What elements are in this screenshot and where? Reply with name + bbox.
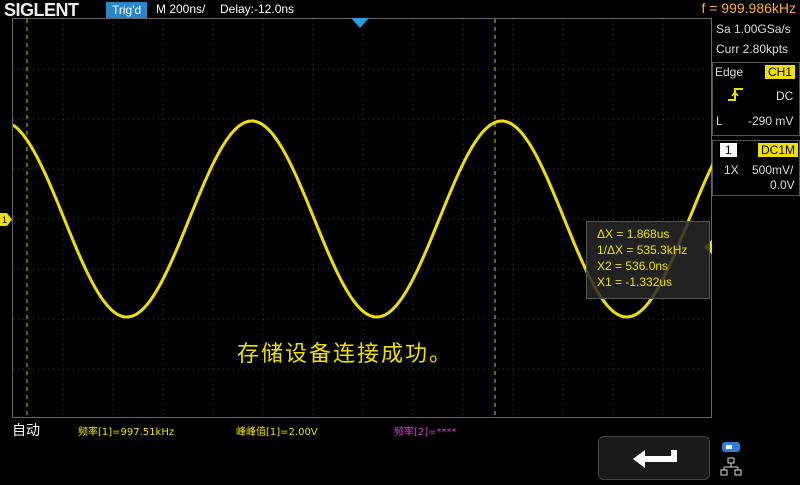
delay-readout[interactable]: Delay:-12.0ns bbox=[220, 2, 294, 16]
memory-depth: Curr 2.80kpts bbox=[716, 42, 789, 56]
cursor-x2: X2 = 536.0ns bbox=[597, 259, 669, 273]
timebase-readout[interactable]: M 200ns/ bbox=[156, 2, 205, 16]
usb-storage-icon bbox=[722, 442, 740, 452]
trigger-source-badge: CH1 bbox=[765, 65, 796, 79]
measure-frequency-ch2: 频率[2]=**** bbox=[394, 427, 457, 438]
measure-frequency-ch1: 频率[1]=997.51kHz bbox=[78, 427, 175, 438]
trigger-position-marker[interactable] bbox=[351, 18, 369, 28]
trigger-level-label: L bbox=[716, 114, 723, 128]
network-icon bbox=[720, 457, 742, 476]
ch1-marker-label: 1 bbox=[2, 215, 7, 225]
status-icons bbox=[718, 440, 744, 480]
ch1-offset: 0.0V bbox=[770, 178, 795, 192]
ch1-probe: 1X bbox=[724, 163, 739, 177]
ch1-coupling-badge: DC1M bbox=[758, 143, 799, 157]
back-button[interactable] bbox=[598, 436, 710, 480]
trigger-coupling: DC bbox=[776, 89, 794, 103]
cursor-delta-x: ΔX = 1.868us bbox=[597, 227, 670, 241]
measure-pkpk-ch1: 峰峰值[1]=2.00V bbox=[236, 427, 318, 438]
top-status-bar: SIGLENT Trig'd M 200ns/ Delay:-12.0ns f … bbox=[0, 0, 800, 20]
status-message: 存储设备连接成功。 bbox=[237, 342, 454, 367]
acquisition-mode: 自动 bbox=[12, 423, 40, 439]
cursor-inverse-delta-x: 1/ΔX = 535.3kHz bbox=[597, 243, 688, 257]
trigger-status-badge: Trig'd bbox=[106, 2, 148, 18]
return-arrow-icon bbox=[633, 450, 677, 468]
sample-rate: Sa 1.00GSa/s bbox=[716, 22, 791, 36]
trigger-level-value: -290 mV bbox=[748, 114, 794, 128]
frequency-counter: f = 999.986kHz bbox=[701, 0, 796, 16]
rising-edge-icon bbox=[728, 87, 744, 103]
cursor-readout-panel: ΔX = 1.868us 1/ΔX = 535.3kHz X2 = 536.0n… bbox=[586, 221, 710, 299]
trigger-type: Edge bbox=[715, 65, 744, 79]
ch1-number-badge: 1 bbox=[720, 143, 737, 157]
ch1-scale: 500mV/ bbox=[752, 163, 794, 177]
ch1-offset-marker[interactable]: 1 bbox=[0, 211, 12, 226]
cursor-x1: X1 = -1.332us bbox=[597, 275, 673, 289]
